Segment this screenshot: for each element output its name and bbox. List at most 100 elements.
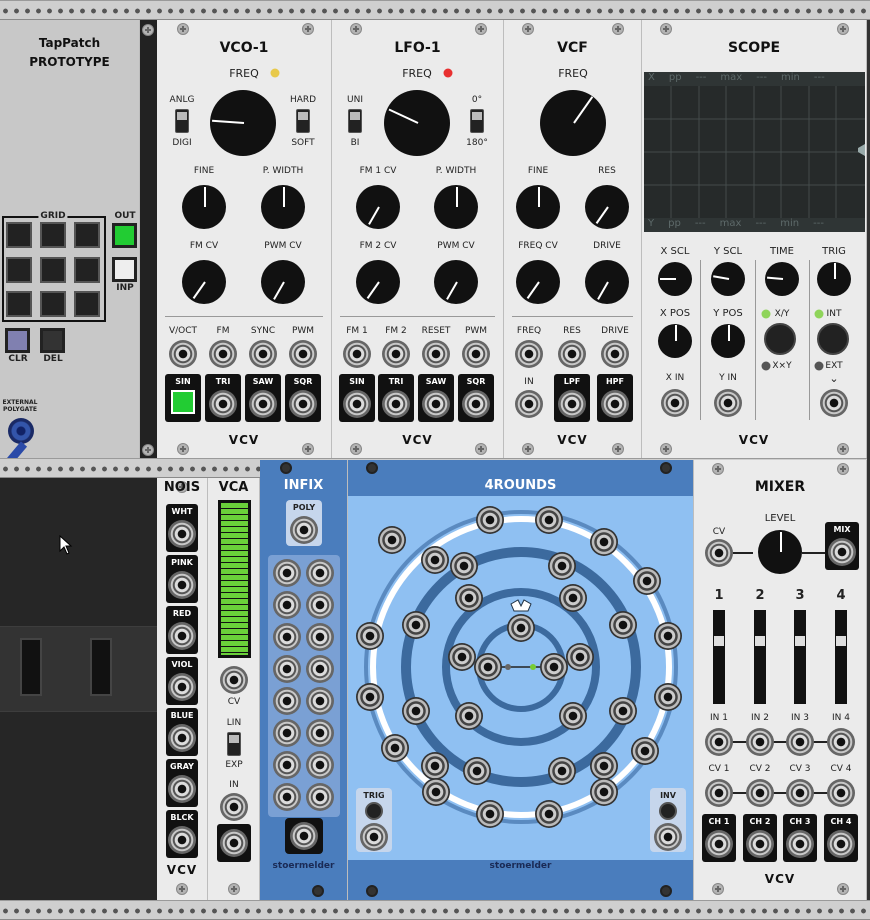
- mixer-in2-jack[interactable]: [746, 728, 774, 756]
- mixer-cv3-jack[interactable]: [786, 779, 814, 807]
- vcf-freq-jack[interactable]: [515, 340, 543, 368]
- infix-jack[interactable]: [273, 783, 301, 811]
- infix-jack[interactable]: [273, 719, 301, 747]
- nois-gray-jack[interactable]: [168, 775, 196, 803]
- 4rounds-node[interactable]: [448, 643, 476, 671]
- patch-cable[interactable]: [1, 441, 28, 458]
- scope-yscl-knob[interactable]: [711, 262, 745, 296]
- 4rounds-node[interactable]: [381, 734, 409, 762]
- del-button[interactable]: [40, 328, 65, 353]
- infix-jack[interactable]: [306, 655, 334, 683]
- infix-jack[interactable]: [306, 687, 334, 715]
- vca-in-jack[interactable]: [220, 793, 248, 821]
- 4rounds-node[interactable]: [463, 757, 491, 785]
- vco1-tri-jack[interactable]: [209, 390, 237, 418]
- mixer-ch4-fader[interactable]: [835, 610, 847, 704]
- lfo1-saw-output[interactable]: SAW: [418, 374, 454, 422]
- vcf-drive-knob[interactable]: [585, 260, 629, 304]
- vca-out-output[interactable]: [217, 824, 251, 862]
- vca-response-switch[interactable]: [227, 732, 241, 756]
- nois-pink-output[interactable]: PINK: [166, 555, 198, 603]
- vco1-sin-output[interactable]: SIN: [165, 374, 201, 422]
- lfo1-pwidth-knob[interactable]: [434, 185, 478, 229]
- infix-jack[interactable]: [273, 655, 301, 683]
- infix-jack[interactable]: [306, 719, 334, 747]
- mixer-ch3-output[interactable]: CH 3: [783, 814, 817, 862]
- vcf-lpf-output[interactable]: LPF: [554, 374, 590, 422]
- 4rounds-node[interactable]: [455, 584, 483, 612]
- 4rounds-node[interactable]: [421, 752, 449, 780]
- nois-gray-output[interactable]: GRAY: [166, 759, 198, 807]
- nois-wht-output[interactable]: WHT: [166, 504, 198, 552]
- 4rounds-node[interactable]: [535, 506, 563, 534]
- vco1-fine-knob[interactable]: [182, 185, 226, 229]
- vco1-saw-jack[interactable]: [249, 390, 277, 418]
- infix-jack[interactable]: [306, 751, 334, 779]
- mixer-ch4-output[interactable]: CH 4: [824, 814, 858, 862]
- mixer-ch4-jack[interactable]: [827, 830, 855, 858]
- empty-rack-area[interactable]: [0, 478, 157, 900]
- grid-button-8[interactable]: [40, 291, 66, 317]
- 4rounds-inv-button[interactable]: [659, 802, 677, 820]
- 4rounds-node[interactable]: [654, 683, 682, 711]
- vca-out-jack[interactable]: [220, 829, 248, 857]
- vco1-pwidth-knob[interactable]: [261, 185, 305, 229]
- scope-ext-trig-jack[interactable]: [820, 389, 848, 417]
- 4rounds-node[interactable]: [548, 757, 576, 785]
- infix-jack[interactable]: [306, 783, 334, 811]
- vco1-pwm-jack[interactable]: [289, 340, 317, 368]
- lfo1-tri-jack[interactable]: [382, 390, 410, 418]
- mixer-level-knob[interactable]: [758, 530, 802, 574]
- nois-blue-output[interactable]: BLUE: [166, 708, 198, 756]
- 4rounds-node[interactable]: [356, 683, 384, 711]
- mixer-ch1-fader[interactable]: [713, 610, 725, 704]
- scope-xy-button[interactable]: [764, 323, 796, 355]
- 4rounds-node[interactable]: [590, 752, 618, 780]
- 4rounds-node[interactable]: [590, 778, 618, 806]
- 4rounds-node[interactable]: [559, 702, 587, 730]
- mixer-ch2-output[interactable]: CH 2: [743, 814, 777, 862]
- lfo1-fm1-jack[interactable]: [343, 340, 371, 368]
- vcf-freq-knob[interactable]: [540, 90, 606, 156]
- lfo1-fm2cv-knob[interactable]: [356, 260, 400, 304]
- grid-button-3[interactable]: [74, 222, 100, 248]
- 4rounds-node[interactable]: [559, 584, 587, 612]
- 4rounds-node[interactable]: [450, 552, 478, 580]
- lfo1-pwm-jack[interactable]: [462, 340, 490, 368]
- vco1-sqr-output[interactable]: SQR: [285, 374, 321, 422]
- vcf-hpf-output[interactable]: HPF: [597, 374, 633, 422]
- grid-button-4[interactable]: [6, 257, 32, 283]
- lfo1-pwmcv-knob[interactable]: [434, 260, 478, 304]
- 4rounds-node[interactable]: [609, 611, 637, 639]
- 4rounds-inv-jack[interactable]: [654, 823, 682, 851]
- lfo1-phase-switch[interactable]: [470, 109, 484, 133]
- lfo1-fm2-jack[interactable]: [382, 340, 410, 368]
- 4rounds-node[interactable]: [633, 567, 661, 595]
- mixer-ch1-output[interactable]: CH 1: [702, 814, 736, 862]
- vco1-sync-jack[interactable]: [249, 340, 277, 368]
- infix-jack[interactable]: [273, 751, 301, 779]
- vco1-saw-output[interactable]: SAW: [245, 374, 281, 422]
- mixer-ch2-jack[interactable]: [746, 830, 774, 858]
- lfo1-saw-jack[interactable]: [422, 390, 450, 418]
- mixer-mix-output[interactable]: MIX: [825, 522, 859, 570]
- 4rounds-trig-jack[interactable]: [360, 823, 388, 851]
- mixer-in4-jack[interactable]: [827, 728, 855, 756]
- 4rounds-node[interactable]: [476, 506, 504, 534]
- lfo1-reset-jack[interactable]: [422, 340, 450, 368]
- 4rounds-node[interactable]: [540, 653, 568, 681]
- nois-blue-jack[interactable]: [168, 724, 196, 752]
- scope-yin-jack[interactable]: [714, 389, 742, 417]
- mixer-mix-jack[interactable]: [828, 538, 856, 566]
- grid-button-2[interactable]: [40, 222, 66, 248]
- scope-xscl-knob[interactable]: [658, 262, 692, 296]
- lfo1-sin-output[interactable]: SIN: [339, 374, 375, 422]
- scope-trig-knob[interactable]: [817, 262, 851, 296]
- lfo1-sqr-jack[interactable]: [462, 390, 490, 418]
- mixer-in1-jack[interactable]: [705, 728, 733, 756]
- scope-xin-jack[interactable]: [661, 389, 689, 417]
- lfo1-sqr-output[interactable]: SQR: [458, 374, 494, 422]
- scope-display[interactable]: Xpp --- max --- min --- Ypp --- max --- min ---: [644, 72, 865, 232]
- vcf-res-jack[interactable]: [558, 340, 586, 368]
- vco1-sqr-jack[interactable]: [289, 390, 317, 418]
